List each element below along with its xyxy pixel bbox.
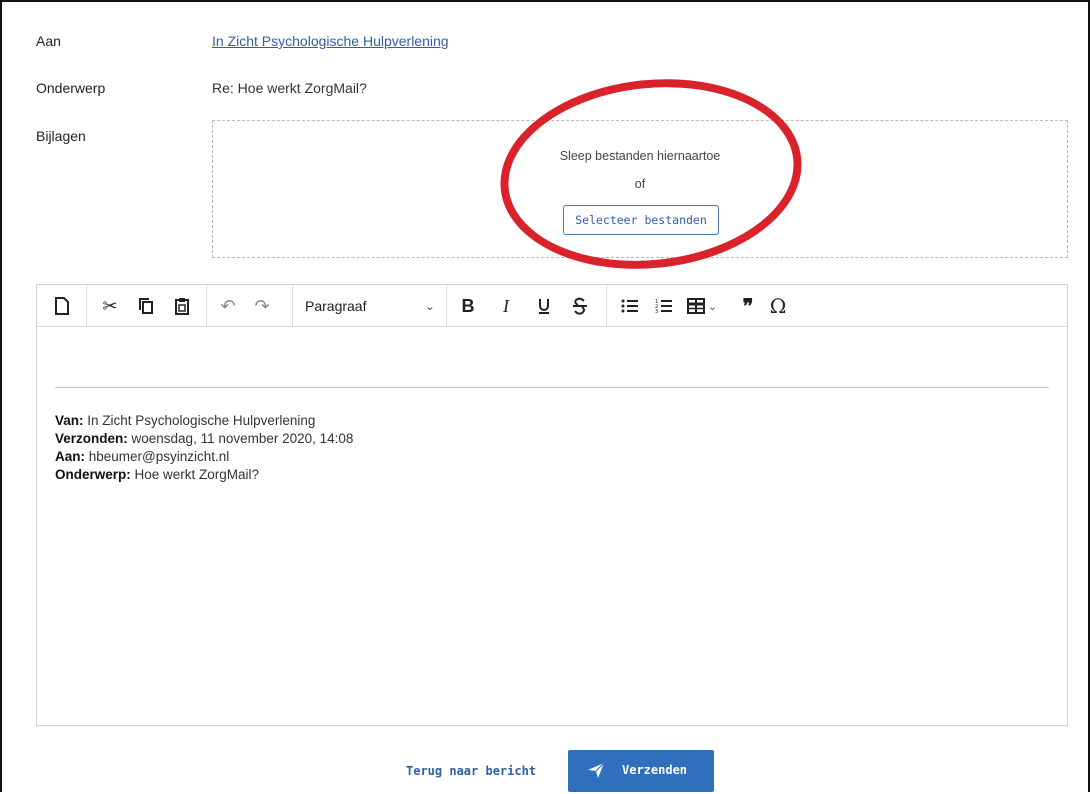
quote-separator [55,387,1049,388]
toolbar-group-file [37,285,87,326]
table-chevron-icon: ⌄ [708,300,718,313]
bold-icon[interactable]: B [455,293,481,319]
underline-icon[interactable] [531,293,557,319]
back-to-message-link[interactable]: Terug naar bericht [406,764,536,778]
table-icon[interactable]: ⌄ [687,293,727,319]
paper-plane-icon [588,762,605,778]
subject-value: Re: Hoe werkt ZorgMail? [212,80,367,96]
subject-label: Onderwerp [36,80,106,96]
select-files-button[interactable]: Selecteer bestanden [563,205,719,235]
to-recipient-link[interactable]: In Zicht Psychologische Hulpverlening [212,33,449,49]
copy-icon[interactable] [133,293,159,319]
special-character-icon[interactable]: Ω [765,293,791,319]
italic-icon[interactable]: I [493,293,519,319]
paste-icon[interactable] [169,293,195,319]
quoted-to: Aan: hbeumer@psyinzicht.nl [55,449,230,464]
toolbar-group-history: ↶ ↷ [207,285,293,326]
numbered-list-icon[interactable]: 123 [651,293,677,319]
redo-icon[interactable]: ↷ [249,293,275,319]
toolbar-group-insert: 123 ⌄ ❞ Ω [607,285,827,326]
new-document-icon[interactable] [49,293,75,319]
attachments-label: Bijlagen [36,128,86,144]
blockquote-icon[interactable]: ❞ [735,293,761,319]
quoted-subject: Onderwerp: Hoe werkt ZorgMail? [55,467,260,482]
dropzone-drag-text: Sleep bestanden hiernaartoe [559,149,721,163]
editor-toolbar: ✂ ↶ ↷ Paragraaf ⌄ B I 1 2 3 ⌄ ❞ Ω [37,285,1067,327]
quoted-from: Van: In Zicht Psychologische Hulpverleni… [55,413,316,428]
to-label: Aan [36,33,61,49]
toolbar-group-clipboard: ✂ [87,285,207,326]
quoted-sent: Verzonden: woensdag, 11 november 2020, 1… [55,431,354,446]
chevron-down-icon: ⌄ [424,299,435,313]
block-format-select[interactable]: Paragraaf ⌄ [305,293,435,319]
block-format-value: Paragraaf [305,298,367,314]
send-button[interactable]: Verzenden [568,750,714,792]
toolbar-group-block: Paragraaf ⌄ [293,285,447,326]
svg-text:3: 3 [655,309,658,314]
toolbar-group-format: B I [447,285,607,326]
send-button-label: Verzenden [622,763,688,777]
dropzone-or-text: of [634,177,646,191]
attachment-dropzone[interactable]: Sleep bestanden hiernaartoe of Selecteer… [212,120,1068,258]
bullet-list-icon[interactable] [617,293,643,319]
undo-icon[interactable]: ↶ [215,293,241,319]
cut-icon[interactable]: ✂ [97,293,123,319]
strikethrough-icon[interactable] [567,293,593,319]
editor-content[interactable]: Van: In Zicht Psychologische Hulpverleni… [37,327,1067,725]
message-editor[interactable]: ✂ ↶ ↷ Paragraaf ⌄ B I 1 2 3 ⌄ ❞ Ω Van: I… [36,284,1068,726]
